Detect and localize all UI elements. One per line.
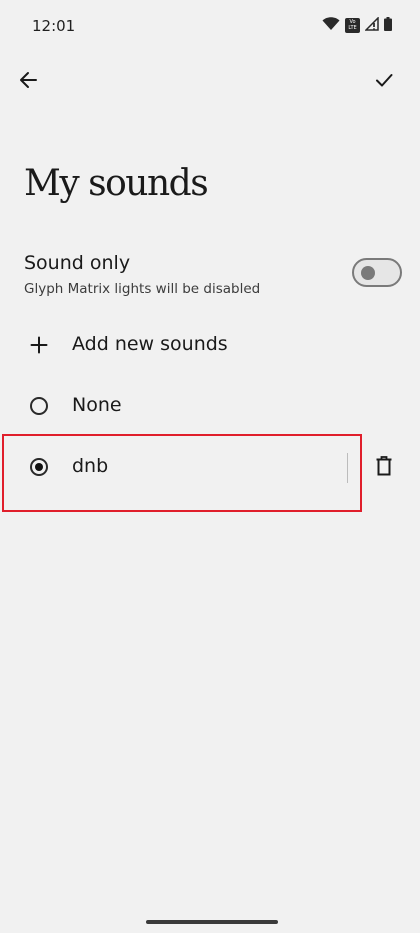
battery-icon (384, 16, 392, 35)
sound-only-title: Sound only (24, 252, 131, 274)
status-icons: Vo LTE (322, 16, 392, 35)
status-time: 12:01 (32, 17, 76, 35)
sound-option-none[interactable]: None (0, 376, 420, 436)
radio-dot (35, 463, 43, 471)
volte-icon: Vo LTE (345, 18, 360, 33)
delete-sound-button[interactable] (368, 451, 400, 485)
plus-icon (26, 332, 52, 358)
radio-selected-icon (30, 458, 48, 476)
sound-only-toggle[interactable] (352, 258, 402, 287)
trash-icon (376, 456, 392, 480)
sound-option-dnb[interactable]: dnb (0, 437, 420, 497)
add-new-sounds-label: Add new sounds (72, 333, 228, 355)
back-button[interactable] (8, 62, 48, 102)
radio-button[interactable] (26, 454, 52, 480)
sound-option-label: dnb (72, 455, 109, 477)
status-bar: 12:01 Vo LTE (0, 0, 420, 54)
toggle-knob (361, 266, 375, 280)
sound-option-label: None (72, 394, 122, 416)
sound-only-subtitle: Glyph Matrix lights will be disabled (24, 281, 261, 297)
cellular-signal-icon (364, 16, 379, 35)
sound-only-setting: Sound only Glyph Matrix lights will be d… (0, 244, 420, 308)
radio-unselected-icon (30, 397, 48, 415)
check-icon (374, 70, 394, 94)
radio-button[interactable] (26, 393, 52, 419)
add-new-sounds-button[interactable]: Add new sounds (0, 315, 420, 375)
confirm-button[interactable] (364, 62, 404, 102)
arrow-left-icon (18, 70, 38, 94)
gesture-nav-handle[interactable] (146, 920, 278, 924)
wifi-icon (322, 16, 340, 35)
row-divider (347, 453, 348, 483)
page-title: My sounds (24, 163, 209, 204)
volte-text-bottom: LTE (348, 25, 357, 31)
